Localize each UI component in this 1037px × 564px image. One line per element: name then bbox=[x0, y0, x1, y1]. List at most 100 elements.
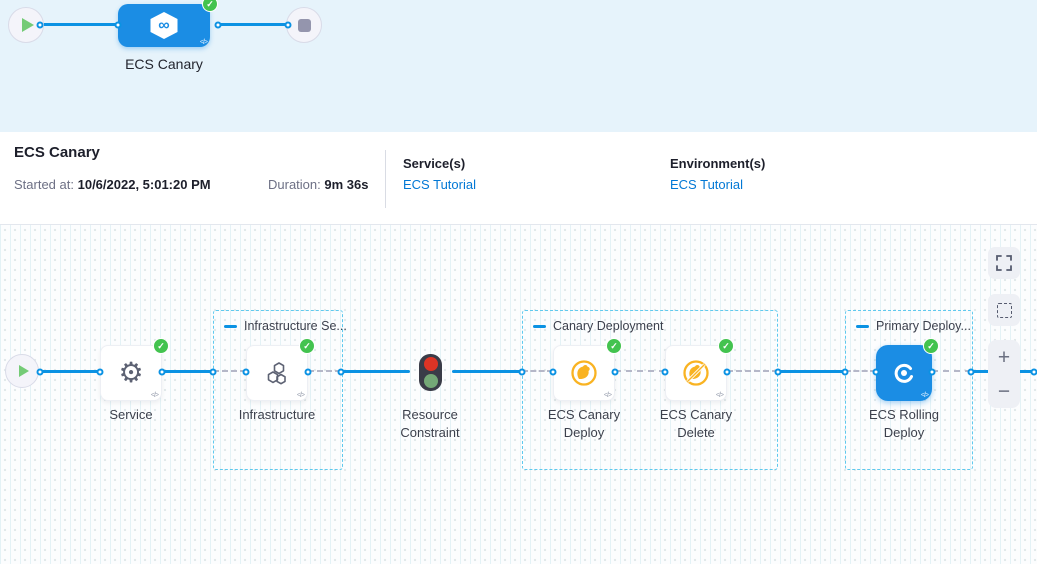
group-header[interactable]: Canary Deployment bbox=[533, 319, 663, 333]
link-port bbox=[159, 369, 166, 376]
step-ecs-canary-delete[interactable]: ✓ </> bbox=[665, 345, 727, 401]
fullscreen-icon bbox=[996, 255, 1012, 271]
edge-line-dashed bbox=[213, 370, 246, 372]
play-icon bbox=[19, 365, 29, 377]
success-check-icon: ✓ bbox=[923, 338, 939, 354]
step-label: Resource Constraint bbox=[385, 406, 475, 441]
link-port bbox=[338, 369, 345, 376]
link-port bbox=[1031, 369, 1037, 376]
group-header[interactable]: Infrastructure Se... bbox=[224, 319, 347, 333]
code-icon: </> bbox=[151, 392, 158, 399]
success-check-icon: ✓ bbox=[153, 338, 169, 354]
edge-line-dashed bbox=[522, 370, 553, 372]
execution-header: ECS Canary Started at: 10/6/2022, 5:01:2… bbox=[0, 132, 1037, 225]
services-label: Service(s) bbox=[403, 156, 476, 171]
step-service[interactable]: ⚙ ✓ </> bbox=[100, 345, 162, 401]
minimap-connector-line bbox=[218, 23, 288, 26]
link-port bbox=[929, 369, 936, 376]
link-port bbox=[775, 369, 782, 376]
link-port bbox=[37, 369, 44, 376]
services-column: Service(s) ECS Tutorial bbox=[403, 156, 476, 192]
success-check-icon: ✓ bbox=[606, 338, 622, 354]
edge-line bbox=[778, 370, 845, 373]
link-port bbox=[724, 369, 731, 376]
stage-node-ecs-canary[interactable]: ∞ ✓ </> bbox=[118, 4, 210, 47]
success-check-icon: ✓ bbox=[299, 338, 315, 354]
link-port bbox=[873, 369, 880, 376]
edge-line-dashed bbox=[615, 370, 665, 372]
group-label: Infrastructure Se... bbox=[244, 319, 347, 333]
step-ecs-canary-deploy[interactable]: ✓ </> bbox=[553, 345, 615, 401]
traffic-light-red-icon bbox=[424, 357, 438, 371]
success-check-icon: ✓ bbox=[202, 0, 218, 12]
link-port bbox=[968, 369, 975, 376]
link-port bbox=[285, 22, 292, 29]
step-label: Infrastructure bbox=[217, 406, 337, 424]
collapse-icon[interactable] bbox=[533, 325, 546, 328]
fullscreen-button[interactable] bbox=[988, 247, 1020, 279]
header-divider bbox=[385, 150, 386, 208]
environments-column: Environment(s) ECS Tutorial bbox=[670, 156, 765, 192]
collapse-icon[interactable] bbox=[224, 325, 237, 328]
link-port bbox=[305, 369, 312, 376]
link-port bbox=[215, 22, 222, 29]
group-label: Primary Deploy... bbox=[876, 319, 971, 333]
play-icon bbox=[22, 18, 34, 32]
edge-line-dashed bbox=[727, 370, 778, 372]
success-check-icon: ✓ bbox=[718, 338, 734, 354]
link-port bbox=[662, 369, 669, 376]
code-icon: </> bbox=[297, 392, 304, 399]
code-icon: </> bbox=[716, 392, 723, 399]
started-value: 10/6/2022, 5:01:20 PM bbox=[78, 177, 211, 192]
marquee-select-icon bbox=[997, 303, 1012, 318]
infrastructure-icon bbox=[262, 358, 292, 388]
link-port bbox=[210, 369, 217, 376]
canary-delete-icon bbox=[681, 358, 711, 388]
gear-icon: ⚙ bbox=[118, 359, 143, 387]
step-label: ECS Canary Deploy bbox=[538, 406, 630, 441]
step-resource-constraint[interactable] bbox=[419, 354, 442, 391]
link-port bbox=[37, 22, 44, 29]
edge-line bbox=[341, 370, 410, 373]
link-port bbox=[243, 369, 250, 376]
canary-deploy-icon bbox=[569, 358, 599, 388]
zoom-out-button[interactable]: − bbox=[988, 374, 1020, 408]
code-icon: </> bbox=[200, 39, 207, 46]
duration-value: 9m 36s bbox=[324, 177, 368, 192]
pipeline-execution-page: ∞ ✓ </> ECS Canary ECS Canary Started at… bbox=[0, 0, 1037, 564]
link-port bbox=[842, 369, 849, 376]
collapse-icon[interactable] bbox=[856, 325, 869, 328]
stage-minimap: ∞ ✓ </> ECS Canary bbox=[0, 0, 1037, 132]
ecs-rolling-icon bbox=[890, 359, 918, 387]
deployment-stage-icon: ∞ bbox=[149, 12, 179, 39]
minimap-connector-line bbox=[40, 23, 118, 26]
zoom-in-button[interactable]: + bbox=[988, 340, 1020, 374]
link-port bbox=[612, 369, 619, 376]
edge-line bbox=[162, 370, 213, 373]
step-label: Service bbox=[71, 406, 191, 424]
step-label: ECS Canary Delete bbox=[650, 406, 742, 441]
service-link[interactable]: ECS Tutorial bbox=[403, 177, 476, 192]
step-ecs-rolling-deploy[interactable]: ✓ </> bbox=[876, 345, 932, 401]
traffic-light-green-icon bbox=[424, 374, 438, 388]
step-infrastructure[interactable]: ✓ </> bbox=[246, 345, 308, 401]
execution-graph-canvas[interactable]: Infrastructure Se... Canary Deployment P… bbox=[0, 225, 1037, 564]
zoom-controls: + − bbox=[988, 340, 1020, 408]
environment-link[interactable]: ECS Tutorial bbox=[670, 177, 765, 192]
execution-title: ECS Canary bbox=[14, 144, 100, 161]
stop-icon bbox=[298, 19, 311, 32]
stage-label: ECS Canary bbox=[104, 56, 224, 72]
link-port bbox=[97, 369, 104, 376]
step-label: ECS Rolling Deploy bbox=[858, 406, 950, 441]
edge-line bbox=[452, 370, 522, 373]
link-port bbox=[550, 369, 557, 376]
graph-start-node[interactable] bbox=[5, 354, 39, 388]
group-label: Canary Deployment bbox=[553, 319, 663, 333]
environments-label: Environment(s) bbox=[670, 156, 765, 171]
select-region-button[interactable] bbox=[988, 294, 1020, 326]
group-header[interactable]: Primary Deploy... bbox=[856, 319, 971, 333]
duration-label: Duration: bbox=[268, 177, 321, 192]
edge-line-dashed bbox=[932, 370, 971, 372]
link-port bbox=[519, 369, 526, 376]
duration: Duration: 9m 36s bbox=[268, 177, 368, 192]
